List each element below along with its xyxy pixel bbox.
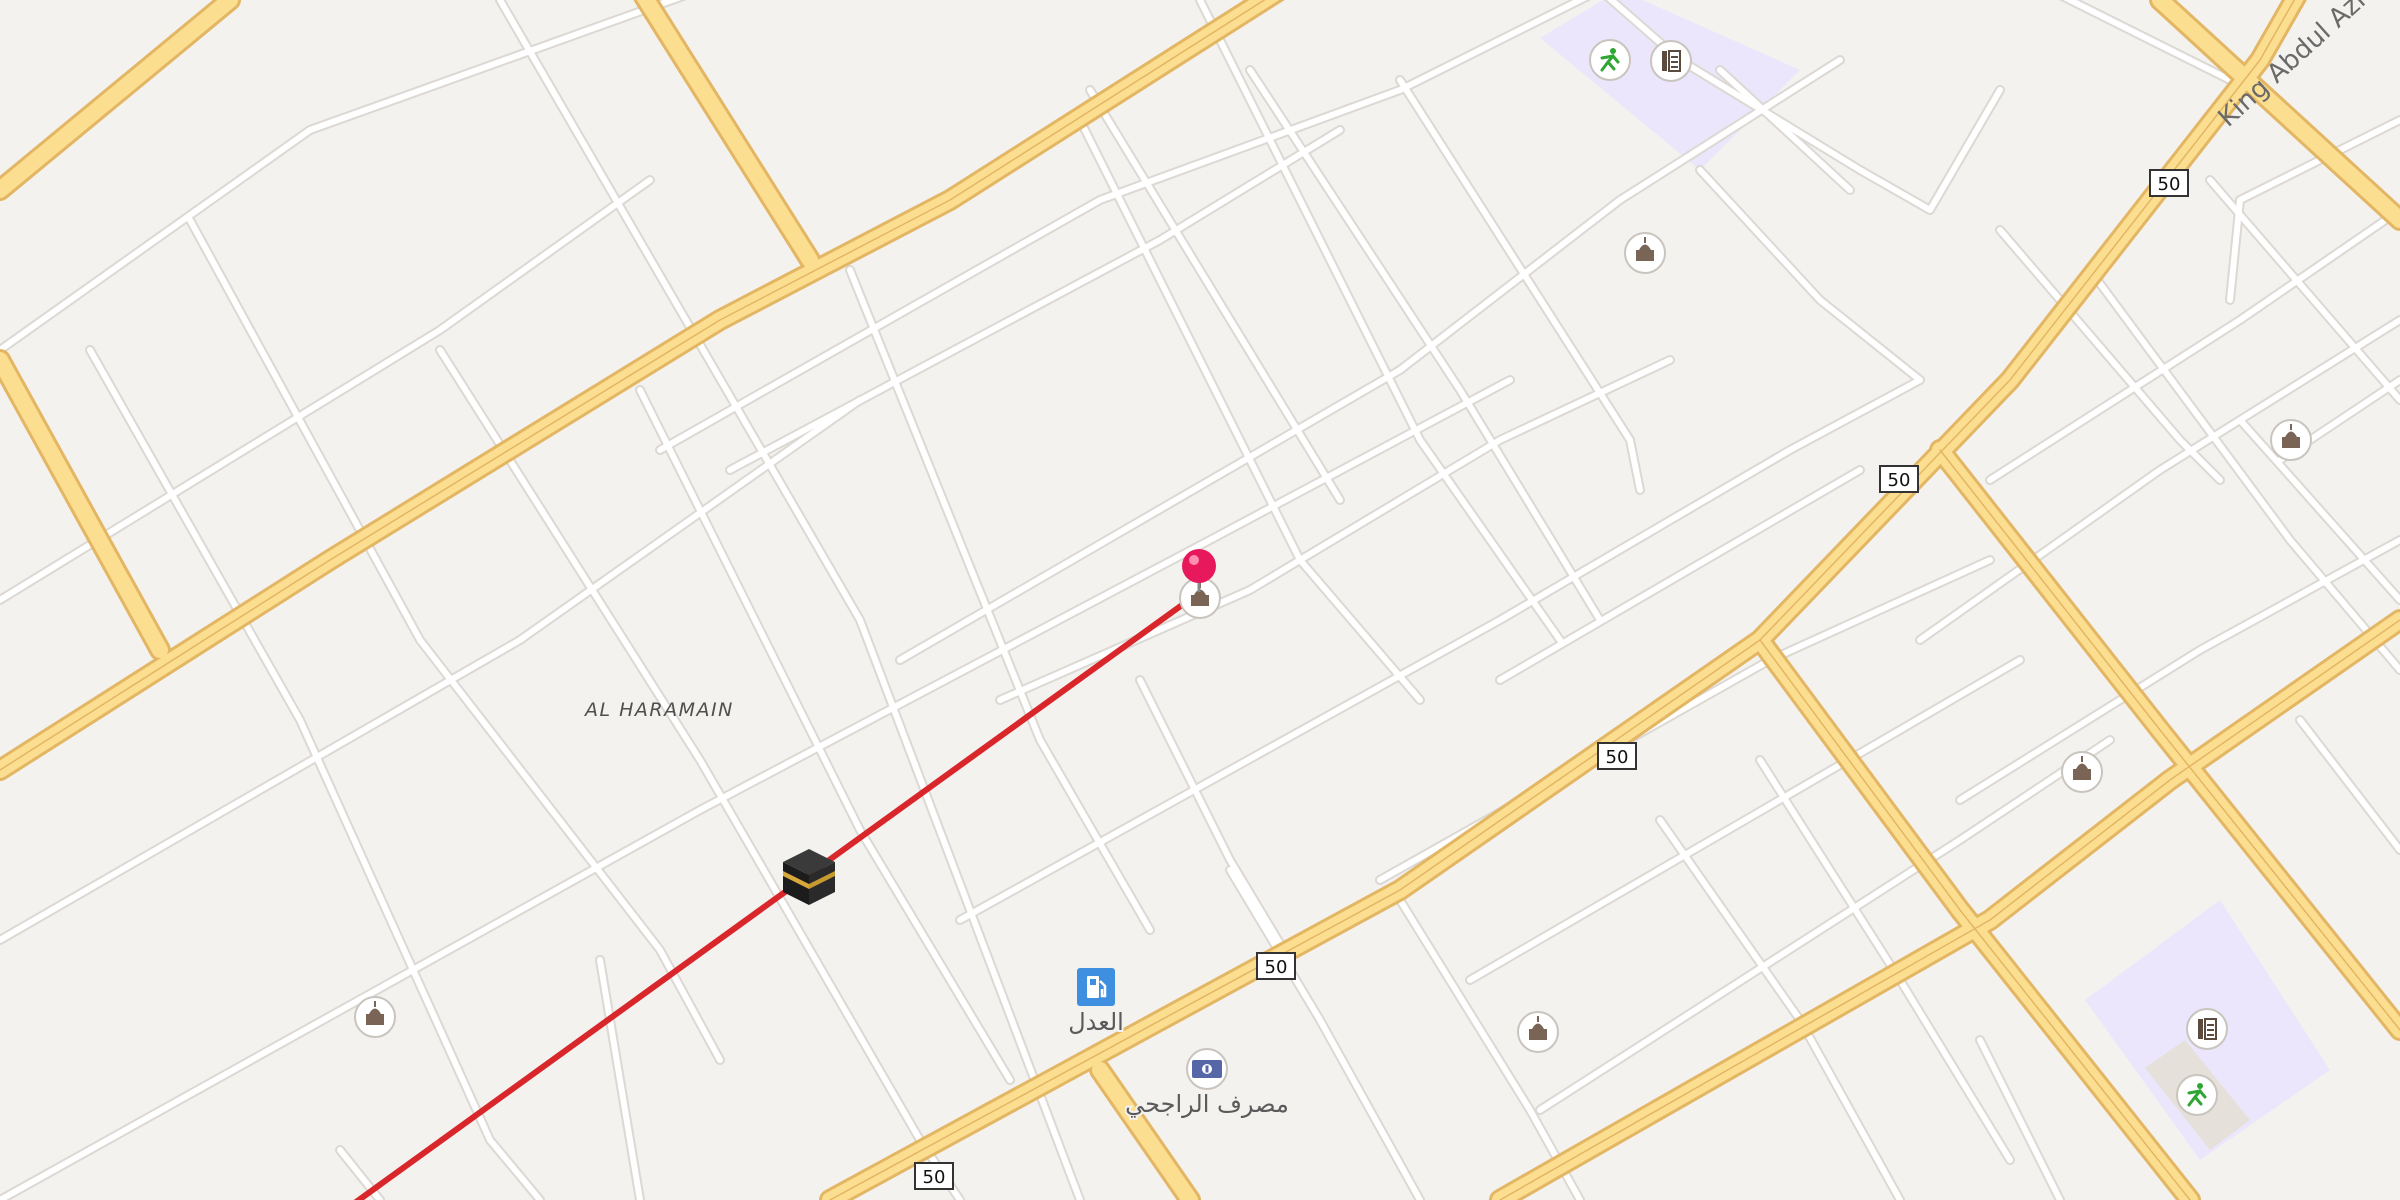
mosque-icon[interactable] (354, 996, 396, 1038)
mosque-icon[interactable] (1624, 232, 1666, 274)
route-shield: 50 (1879, 465, 1919, 493)
bank-label: مصرف الراجحي (1125, 1090, 1289, 1118)
map-canvas[interactable]: AL HARAMAIN King Abdul Azi 50 50 50 50 5… (0, 0, 2400, 1200)
bank-icon[interactable] (1186, 1048, 1228, 1090)
stadium-icon[interactable] (2186, 1008, 2228, 1050)
route-shield: 50 (1256, 952, 1296, 980)
mosque-icon[interactable] (2061, 751, 2103, 793)
svg-text:50: 50 (1606, 747, 1629, 768)
mosque-icon[interactable] (2270, 419, 2312, 461)
mosque-icon[interactable] (1517, 1011, 1559, 1053)
svg-text:50: 50 (923, 1167, 946, 1188)
route-shield: 50 (1597, 742, 1637, 770)
route-shield: 50 (2149, 169, 2189, 197)
svg-text:50: 50 (1265, 957, 1288, 978)
route-shield: 50 (914, 1162, 954, 1190)
area-label: AL HARAMAIN (583, 699, 734, 721)
svg-text:50: 50 (1888, 470, 1911, 491)
stadium-icon[interactable] (1650, 40, 1692, 82)
fuel-station-label: العدل (1068, 1008, 1124, 1036)
sports-icon[interactable] (2176, 1074, 2218, 1116)
fuel-station-icon[interactable] (1077, 968, 1115, 1006)
sports-icon[interactable] (1589, 39, 1631, 81)
svg-text:50: 50 (2158, 174, 2181, 195)
